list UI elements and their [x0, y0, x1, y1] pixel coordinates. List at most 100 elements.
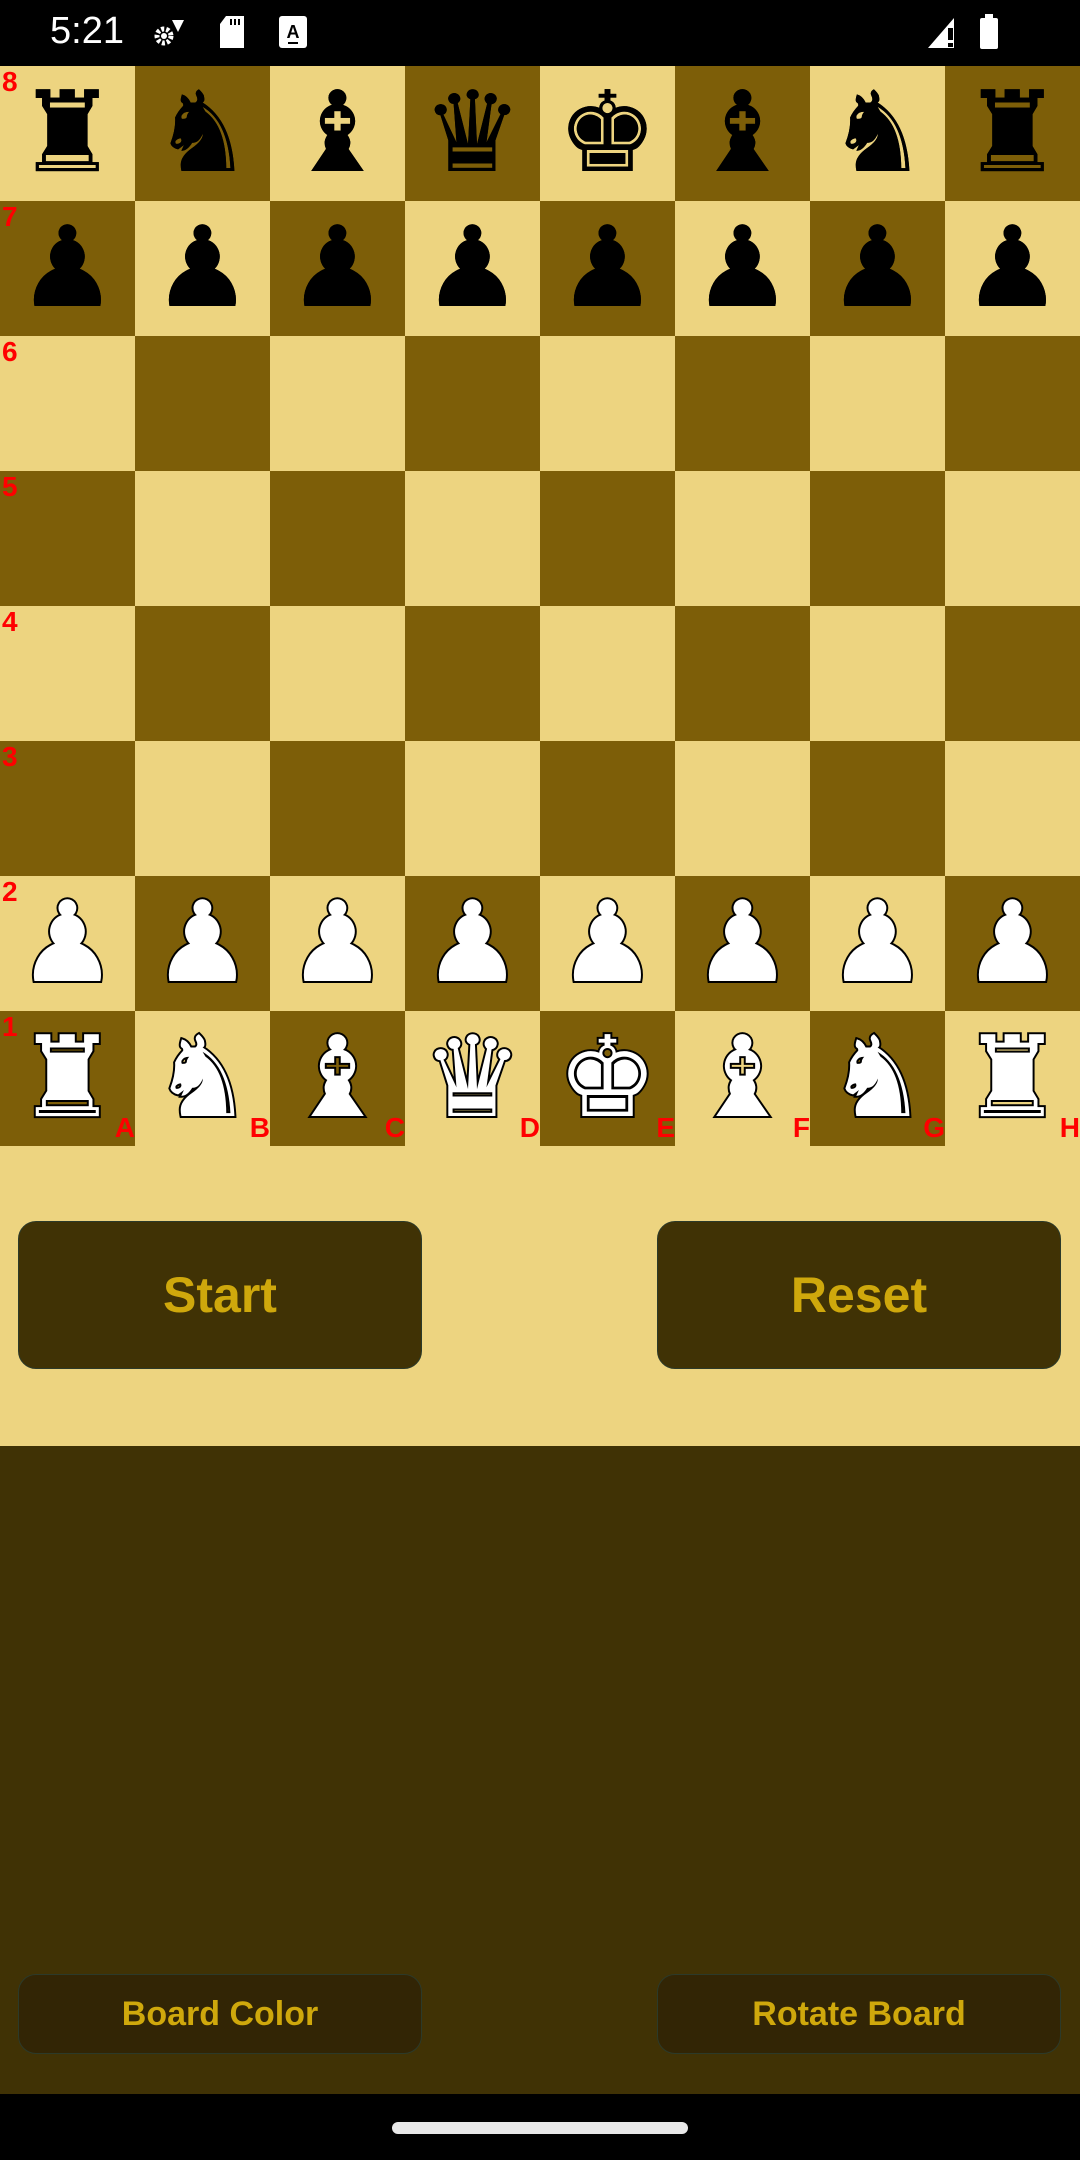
square-f8[interactable]: ♝: [675, 66, 810, 201]
white-knight-icon[interactable]: ♞: [150, 1011, 254, 1146]
square-g3[interactable]: [810, 741, 945, 876]
square-g8[interactable]: ♞: [810, 66, 945, 201]
square-f2[interactable]: ♟: [675, 876, 810, 1011]
start-button[interactable]: Start: [18, 1221, 422, 1369]
white-queen-icon[interactable]: ♛: [420, 1011, 524, 1146]
square-e7[interactable]: ♟: [540, 201, 675, 336]
square-g5[interactable]: [810, 471, 945, 606]
rotate-board-button[interactable]: Rotate Board: [657, 1974, 1061, 2054]
square-e3[interactable]: [540, 741, 675, 876]
white-pawn-icon[interactable]: ♟: [555, 876, 659, 1011]
square-f4[interactable]: [675, 606, 810, 741]
white-pawn-icon[interactable]: ♟: [825, 876, 929, 1011]
square-e8[interactable]: ♚: [540, 66, 675, 201]
square-b3[interactable]: [135, 741, 270, 876]
white-pawn-icon[interactable]: ♟: [960, 876, 1064, 1011]
square-c7[interactable]: ♟: [270, 201, 405, 336]
square-d8[interactable]: ♛: [405, 66, 540, 201]
square-d2[interactable]: ♟: [405, 876, 540, 1011]
black-knight-icon[interactable]: ♞: [152, 66, 252, 201]
black-pawn-icon[interactable]: ♟: [557, 201, 657, 336]
square-c4[interactable]: [270, 606, 405, 741]
black-pawn-icon[interactable]: ♟: [962, 201, 1062, 336]
square-b5[interactable]: [135, 471, 270, 606]
square-e2[interactable]: ♟: [540, 876, 675, 1011]
black-knight-icon[interactable]: ♞: [827, 66, 927, 201]
white-pawn-icon[interactable]: ♟: [690, 876, 794, 1011]
square-d7[interactable]: ♟: [405, 201, 540, 336]
square-h6[interactable]: [945, 336, 1080, 471]
black-king-icon[interactable]: ♚: [557, 66, 657, 201]
square-a2[interactable]: ♟ 2: [0, 876, 135, 1011]
white-bishop-icon[interactable]: ♝: [285, 1011, 389, 1146]
white-pawn-icon[interactable]: ♟: [15, 876, 119, 1011]
square-g6[interactable]: [810, 336, 945, 471]
square-b7[interactable]: ♟: [135, 201, 270, 336]
square-e6[interactable]: [540, 336, 675, 471]
square-g2[interactable]: ♟: [810, 876, 945, 1011]
square-e4[interactable]: [540, 606, 675, 741]
square-h1[interactable]: ♜ H: [945, 1011, 1080, 1146]
square-f1[interactable]: ♝ F: [675, 1011, 810, 1146]
black-pawn-icon[interactable]: ♟: [287, 201, 387, 336]
black-pawn-icon[interactable]: ♟: [152, 201, 252, 336]
white-rook-icon[interactable]: ♜: [960, 1011, 1064, 1146]
square-c5[interactable]: [270, 471, 405, 606]
square-a1[interactable]: ♜ 1 A: [0, 1011, 135, 1146]
square-b8[interactable]: ♞: [135, 66, 270, 201]
square-h4[interactable]: [945, 606, 1080, 741]
white-pawn-icon[interactable]: ♟: [150, 876, 254, 1011]
square-a8[interactable]: ♜ 8: [0, 66, 135, 201]
square-a5[interactable]: 5: [0, 471, 135, 606]
square-d3[interactable]: [405, 741, 540, 876]
square-d5[interactable]: [405, 471, 540, 606]
square-c6[interactable]: [270, 336, 405, 471]
black-rook-icon[interactable]: ♜: [17, 66, 117, 201]
square-d1[interactable]: ♛ D: [405, 1011, 540, 1146]
white-rook-icon[interactable]: ♜: [15, 1011, 119, 1146]
square-b6[interactable]: [135, 336, 270, 471]
square-c2[interactable]: ♟: [270, 876, 405, 1011]
square-b2[interactable]: ♟: [135, 876, 270, 1011]
square-a6[interactable]: 6: [0, 336, 135, 471]
square-e1[interactable]: ♚ E: [540, 1011, 675, 1146]
white-pawn-icon[interactable]: ♟: [285, 876, 389, 1011]
square-f7[interactable]: ♟: [675, 201, 810, 336]
board-color-button[interactable]: Board Color: [18, 1974, 422, 2054]
square-b4[interactable]: [135, 606, 270, 741]
square-h2[interactable]: ♟: [945, 876, 1080, 1011]
black-rook-icon[interactable]: ♜: [962, 66, 1062, 201]
square-h5[interactable]: [945, 471, 1080, 606]
square-d6[interactable]: [405, 336, 540, 471]
black-queen-icon[interactable]: ♛: [422, 66, 522, 201]
reset-button[interactable]: Reset: [657, 1221, 1061, 1369]
white-knight-icon[interactable]: ♞: [825, 1011, 929, 1146]
square-f3[interactable]: [675, 741, 810, 876]
square-g1[interactable]: ♞ G: [810, 1011, 945, 1146]
square-g7[interactable]: ♟: [810, 201, 945, 336]
square-d4[interactable]: [405, 606, 540, 741]
square-a4[interactable]: 4: [0, 606, 135, 741]
square-e5[interactable]: [540, 471, 675, 606]
square-f5[interactable]: [675, 471, 810, 606]
black-bishop-icon[interactable]: ♝: [287, 66, 387, 201]
black-pawn-icon[interactable]: ♟: [692, 201, 792, 336]
black-pawn-icon[interactable]: ♟: [422, 201, 522, 336]
white-pawn-icon[interactable]: ♟: [420, 876, 524, 1011]
black-bishop-icon[interactable]: ♝: [692, 66, 792, 201]
square-h8[interactable]: ♜: [945, 66, 1080, 201]
square-h3[interactable]: [945, 741, 1080, 876]
square-a3[interactable]: 3: [0, 741, 135, 876]
white-bishop-icon[interactable]: ♝: [690, 1011, 794, 1146]
square-f6[interactable]: [675, 336, 810, 471]
square-b1[interactable]: ♞ B: [135, 1011, 270, 1146]
home-gesture-handle[interactable]: [392, 2122, 688, 2134]
square-h7[interactable]: ♟: [945, 201, 1080, 336]
white-king-icon[interactable]: ♚: [555, 1011, 659, 1146]
black-pawn-icon[interactable]: ♟: [17, 201, 117, 336]
black-pawn-icon[interactable]: ♟: [827, 201, 927, 336]
square-c3[interactable]: [270, 741, 405, 876]
square-a7[interactable]: ♟ 7: [0, 201, 135, 336]
square-g4[interactable]: [810, 606, 945, 741]
square-c1[interactable]: ♝ C: [270, 1011, 405, 1146]
